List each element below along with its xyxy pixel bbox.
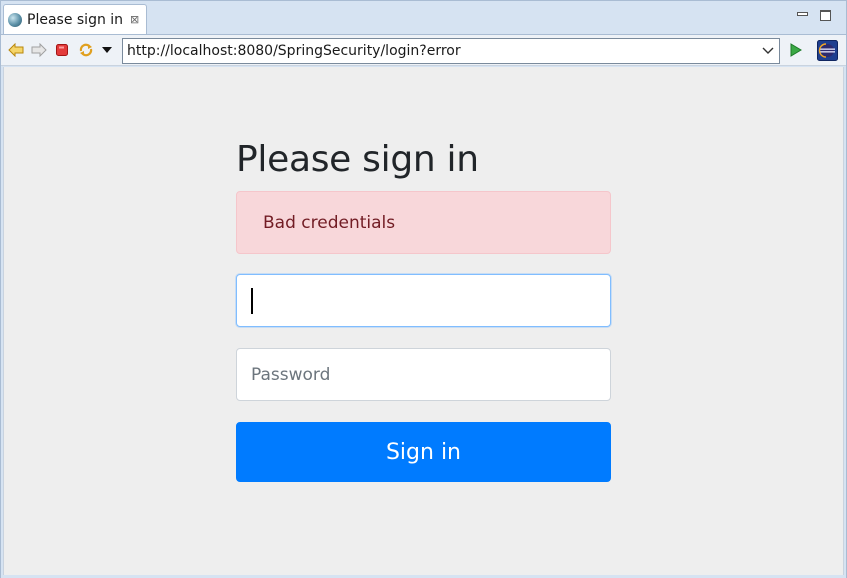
tab-label: Please sign in [27, 11, 124, 28]
url-bar[interactable]: http://localhost:8080/SpringSecurity/log… [122, 38, 780, 64]
globe-icon [8, 12, 22, 27]
dropdown-icon[interactable] [98, 41, 116, 59]
alert-text: Bad credentials [263, 212, 396, 233]
sign-in-button[interactable]: Sign in [236, 422, 611, 482]
browser-toolbar: http://localhost:8080/SpringSecurity/log… [1, 34, 846, 66]
url-text[interactable]: http://localhost:8080/SpringSecurity/log… [123, 43, 757, 59]
maximize-icon[interactable] [818, 8, 832, 21]
tab-bar: Please sign in ⊠ [1, 1, 846, 34]
stop-icon[interactable] [53, 41, 71, 59]
close-tab-icon[interactable]: ⊠ [130, 14, 139, 25]
page-title: Please sign in [236, 139, 479, 180]
forward-icon[interactable] [30, 41, 48, 59]
refresh-icon[interactable] [77, 41, 95, 59]
eclipse-icon[interactable] [817, 40, 838, 61]
password-placeholder: Password [251, 364, 331, 385]
username-field[interactable] [236, 274, 611, 327]
browser-window: Please sign in ⊠ http://localhost:8080/S… [0, 0, 847, 578]
text-caret [251, 287, 253, 314]
error-alert: Bad credentials [236, 191, 611, 254]
minimize-icon[interactable] [795, 8, 809, 20]
go-icon[interactable] [786, 41, 804, 59]
tab-please-sign-in[interactable]: Please sign in ⊠ [3, 4, 147, 34]
password-field[interactable]: Password [236, 348, 611, 401]
page-content: Please sign in Bad credentials Password … [3, 67, 844, 575]
back-icon[interactable] [7, 41, 25, 59]
chevron-down-icon[interactable] [757, 39, 779, 63]
